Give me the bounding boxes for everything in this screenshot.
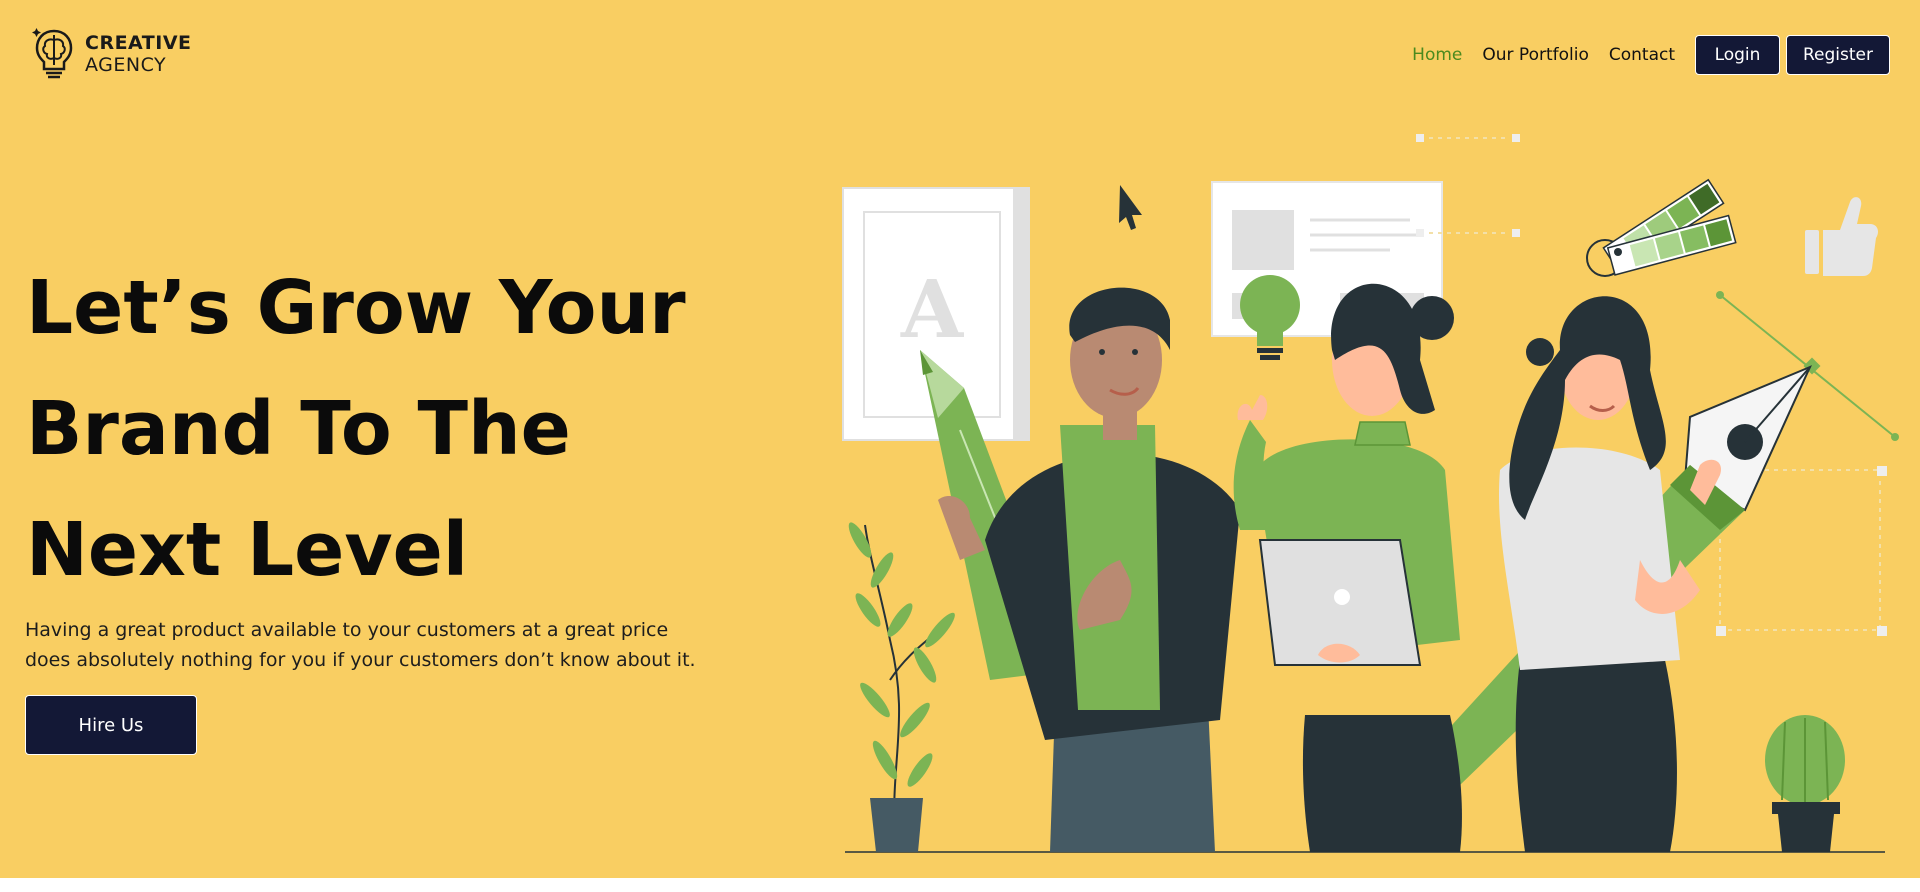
- woman-with-laptop-figure: [1233, 283, 1462, 852]
- nav-link-portfolio[interactable]: Our Portfolio: [1482, 45, 1588, 65]
- brand-name-line2: AGENCY: [85, 54, 167, 76]
- nav-link-contact[interactable]: Contact: [1609, 45, 1675, 65]
- page-bottom-strip: [0, 878, 1920, 892]
- hero-illustration: A: [842, 134, 1899, 853]
- color-swatch-icon: [1586, 178, 1737, 277]
- cursor-arrow-icon: [1119, 185, 1142, 230]
- lightbulb-icon: [1240, 275, 1300, 360]
- login-button[interactable]: Login: [1695, 35, 1780, 75]
- headline-line-2: Brand To The: [26, 386, 571, 472]
- cactus-icon: [1765, 715, 1845, 852]
- headline-line-1: Let’s Grow Your: [26, 265, 686, 351]
- hero-headline: Let’s Grow Your Brand To The Next Level: [26, 248, 746, 611]
- frame-letter: A: [900, 262, 964, 356]
- nav-link-home[interactable]: Home: [1412, 45, 1462, 65]
- thumbs-up-icon: [1805, 197, 1878, 276]
- headline-line-3: Next Level: [26, 507, 469, 593]
- brand-logo[interactable]: CREATIVE AGENCY: [31, 27, 192, 81]
- hire-us-button[interactable]: Hire Us: [25, 695, 197, 755]
- brain-lightbulb-icon: [32, 28, 73, 79]
- potted-plant-icon: [848, 522, 955, 852]
- hero-subtext: Having a great product available to your…: [25, 619, 696, 671]
- brand-name-line1: CREATIVE: [85, 32, 192, 54]
- woman-with-pen-figure: [1499, 296, 1721, 852]
- register-button[interactable]: Register: [1786, 35, 1890, 75]
- main-nav: Home Our Portfolio Contact Login Registe…: [1412, 35, 1890, 75]
